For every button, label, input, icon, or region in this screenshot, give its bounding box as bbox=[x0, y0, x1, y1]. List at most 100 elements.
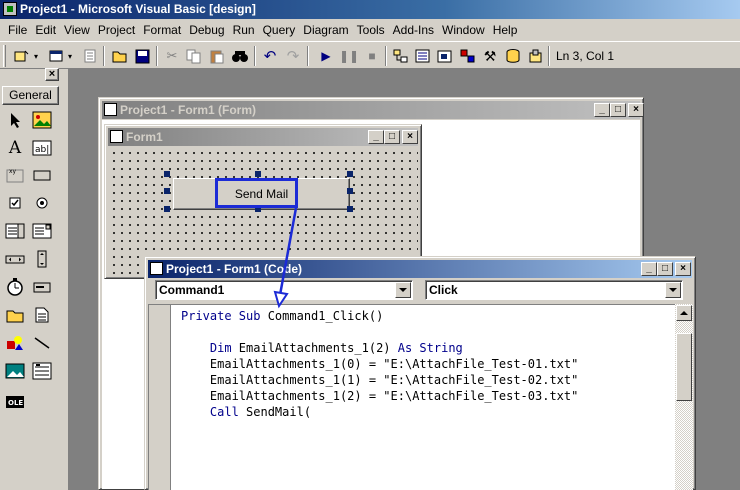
vb-app-icon[interactable] bbox=[3, 2, 17, 16]
maximize-button[interactable]: □ bbox=[610, 103, 626, 117]
toolbar-grip[interactable] bbox=[3, 45, 6, 67]
toolbox-tools-icon[interactable]: ⚒ bbox=[480, 46, 500, 66]
close-button[interactable]: × bbox=[675, 262, 691, 276]
checkbox-tool-icon[interactable] bbox=[3, 191, 27, 215]
commandbutton-tool-icon[interactable] bbox=[30, 163, 54, 187]
maximize-button[interactable]: □ bbox=[384, 130, 400, 144]
toolbox-general-tab[interactable]: General bbox=[2, 86, 59, 105]
menu-add-ins[interactable]: Add-Ins bbox=[389, 23, 438, 37]
menu-diagram[interactable]: Diagram bbox=[299, 23, 352, 37]
combobox-tool-icon[interactable] bbox=[3, 219, 27, 243]
drivelistbox-tool-icon[interactable] bbox=[30, 275, 54, 299]
break-pause-icon[interactable]: ❚❚ bbox=[339, 46, 359, 66]
code-vertical-scrollbar[interactable] bbox=[675, 304, 693, 490]
properties-window-icon[interactable] bbox=[413, 46, 433, 66]
end-stop-icon[interactable]: ■ bbox=[362, 46, 382, 66]
selection-handle[interactable] bbox=[255, 171, 261, 177]
timer-tool-icon[interactable] bbox=[3, 275, 27, 299]
textbox-tool-icon[interactable]: ab| bbox=[30, 136, 54, 160]
frame-tool-icon[interactable]: xy bbox=[3, 163, 27, 187]
redo-icon[interactable]: ↷ bbox=[283, 46, 303, 66]
form-designer-title-bar[interactable]: Project1 - Form1 (Form) bbox=[102, 101, 640, 119]
undo-icon[interactable]: ↶ bbox=[260, 46, 280, 66]
code-window[interactable]: Project1 - Form1 (Code) _ □ × Command1 C… bbox=[144, 256, 696, 490]
hscrollbar-tool-icon[interactable] bbox=[3, 247, 27, 271]
app-title-bar[interactable]: Project1 - Microsoft Visual Basic [desig… bbox=[0, 0, 740, 19]
minimize-button[interactable]: _ bbox=[368, 130, 384, 144]
minimize-button[interactable]: _ bbox=[641, 262, 657, 276]
find-binoculars-icon[interactable] bbox=[230, 46, 250, 66]
form-icon bbox=[110, 130, 123, 143]
label-tool-icon[interactable]: A bbox=[3, 136, 27, 160]
ole-tool-icon[interactable]: OLE bbox=[3, 390, 27, 414]
code-window-title-bar[interactable]: Project1 - Form1 (Code) bbox=[148, 260, 692, 278]
menu-debug[interactable]: Debug bbox=[185, 23, 228, 37]
menu-query[interactable]: Query bbox=[259, 23, 300, 37]
code-line[interactable]: Call SendMail( bbox=[181, 404, 311, 420]
save-icon[interactable] bbox=[133, 46, 153, 66]
menu-window[interactable]: Window bbox=[438, 23, 489, 37]
menu-format[interactable]: Format bbox=[139, 23, 185, 37]
listbox-tool-icon[interactable] bbox=[30, 219, 54, 243]
chevron-down-icon[interactable] bbox=[665, 282, 681, 298]
image-tool-icon[interactable] bbox=[3, 359, 27, 383]
dropdown-arrow-icon[interactable]: ▾ bbox=[65, 46, 75, 66]
dirlistbox-tool-icon[interactable] bbox=[3, 303, 27, 327]
code-editor[interactable]: Private Sub Command1_Click() Dim EmailAt… bbox=[148, 304, 675, 490]
optionbutton-tool-icon[interactable] bbox=[30, 191, 54, 215]
code-line[interactable]: EmailAttachments_1(0) = "E:\AttachFile_T… bbox=[181, 356, 578, 372]
close-button[interactable]: × bbox=[402, 130, 418, 144]
code-margin-indicator-bar[interactable] bbox=[149, 305, 171, 490]
cut-icon[interactable]: ✂ bbox=[162, 46, 182, 66]
menu-bar: File Edit View Project Format Debug Run … bbox=[0, 20, 740, 40]
menu-help[interactable]: Help bbox=[489, 23, 522, 37]
menu-run[interactable]: Run bbox=[229, 23, 259, 37]
code-line[interactable]: Dim EmailAttachments_1(2) As String bbox=[181, 340, 463, 356]
object-combo[interactable]: Command1 bbox=[155, 280, 413, 300]
picturebox-tool-icon[interactable] bbox=[30, 108, 54, 132]
minimize-button[interactable]: _ bbox=[594, 103, 610, 117]
shape-tool-icon[interactable] bbox=[3, 331, 27, 355]
add-project-icon[interactable] bbox=[12, 46, 32, 66]
line-tool-icon[interactable] bbox=[30, 331, 54, 355]
selection-handle[interactable] bbox=[164, 188, 170, 194]
scroll-thumb[interactable] bbox=[676, 333, 692, 401]
code-line[interactable]: Private Sub Command1_Click() bbox=[181, 308, 383, 324]
menu-tools[interactable]: Tools bbox=[353, 23, 389, 37]
menu-file[interactable]: File bbox=[4, 23, 31, 37]
add-form-icon[interactable] bbox=[46, 46, 66, 66]
dropdown-arrow-icon[interactable]: ▾ bbox=[31, 46, 41, 66]
vscrollbar-tool-icon[interactable] bbox=[30, 247, 54, 271]
object-browser-icon[interactable] bbox=[458, 46, 478, 66]
code-line[interactable]: EmailAttachments_1(1) = "E:\AttachFile_T… bbox=[181, 372, 578, 388]
menu-view[interactable]: View bbox=[60, 23, 94, 37]
toolbox-close-button[interactable]: × bbox=[45, 68, 59, 81]
form-layout-icon[interactable] bbox=[435, 46, 455, 66]
filelistbox-tool-icon[interactable] bbox=[30, 303, 54, 327]
paste-icon[interactable] bbox=[207, 46, 227, 66]
maximize-button[interactable]: □ bbox=[657, 262, 673, 276]
menu-editor-icon[interactable] bbox=[80, 46, 100, 66]
selection-handle[interactable] bbox=[347, 188, 353, 194]
code-line[interactable]: EmailAttachments_1(2) = "E:\AttachFile_T… bbox=[181, 388, 578, 404]
run-start-icon[interactable]: ▶ bbox=[316, 46, 336, 66]
copy-icon[interactable] bbox=[184, 46, 204, 66]
form-designer-title: Project1 - Form1 (Form) bbox=[120, 103, 257, 117]
procedure-combo[interactable]: Click bbox=[425, 280, 683, 300]
selection-handle[interactable] bbox=[347, 171, 353, 177]
pointer-tool-icon[interactable] bbox=[3, 108, 27, 132]
data-control-tool-icon[interactable] bbox=[30, 359, 54, 383]
menu-project[interactable]: Project bbox=[94, 23, 139, 37]
component-manager-icon[interactable] bbox=[526, 46, 546, 66]
chevron-down-icon[interactable] bbox=[395, 282, 411, 298]
project-explorer-icon[interactable] bbox=[391, 46, 411, 66]
object-combo-value: Command1 bbox=[159, 283, 225, 297]
open-folder-icon[interactable] bbox=[110, 46, 130, 66]
menu-edit[interactable]: Edit bbox=[31, 23, 60, 37]
scroll-up-button[interactable] bbox=[676, 305, 692, 321]
selection-handle[interactable] bbox=[164, 171, 170, 177]
selection-handle[interactable] bbox=[347, 206, 353, 212]
selection-handle[interactable] bbox=[164, 206, 170, 212]
close-button[interactable]: × bbox=[628, 103, 644, 117]
data-view-icon[interactable] bbox=[503, 46, 523, 66]
